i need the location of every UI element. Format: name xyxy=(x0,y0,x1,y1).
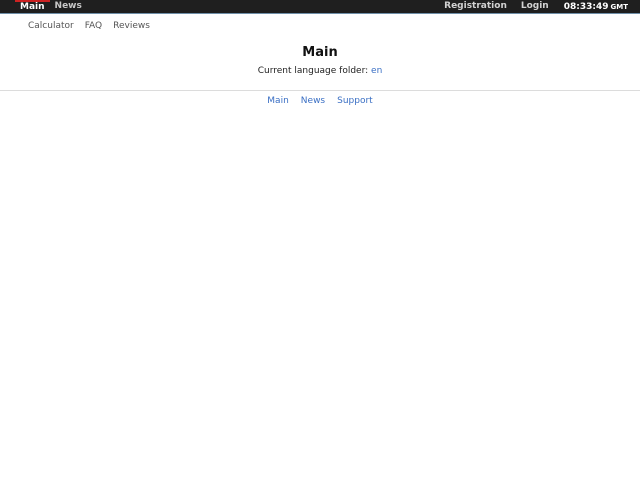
language-folder-label: Current language folder: xyxy=(257,66,369,76)
top-nav-left: Main News xyxy=(15,0,87,13)
top-navigation-bar: Main News Registration Login 08:33:49 GMT xyxy=(0,0,640,14)
language-folder-info: Current language folder: en xyxy=(0,66,640,78)
sub-navigation: Calculator FAQ Reviews xyxy=(0,14,640,38)
top-nav-news-link[interactable]: News xyxy=(50,0,87,13)
clock-time: 08:33:49 xyxy=(563,1,609,12)
subnav-calculator-link[interactable]: Calculator xyxy=(28,21,74,31)
content-divider xyxy=(0,90,640,91)
subnav-reviews-link[interactable]: Reviews xyxy=(113,21,150,31)
footer-main-link[interactable]: Main xyxy=(267,96,289,106)
login-link[interactable]: Login xyxy=(514,0,556,13)
server-clock: 08:33:49 GMT xyxy=(556,2,628,12)
clock-timezone: GMT xyxy=(610,2,629,11)
registration-link[interactable]: Registration xyxy=(437,0,514,13)
language-folder-link[interactable]: en xyxy=(371,66,382,76)
top-nav-right: Registration Login 08:33:49 GMT xyxy=(437,0,628,13)
subnav-faq-link[interactable]: FAQ xyxy=(85,21,102,31)
footer-support-link[interactable]: Support xyxy=(337,96,373,106)
footer-navigation: Main News Support xyxy=(0,96,640,106)
page-title: Main xyxy=(302,45,338,60)
top-nav-main-link[interactable]: Main xyxy=(15,0,50,13)
footer-news-link[interactable]: News xyxy=(301,96,325,106)
